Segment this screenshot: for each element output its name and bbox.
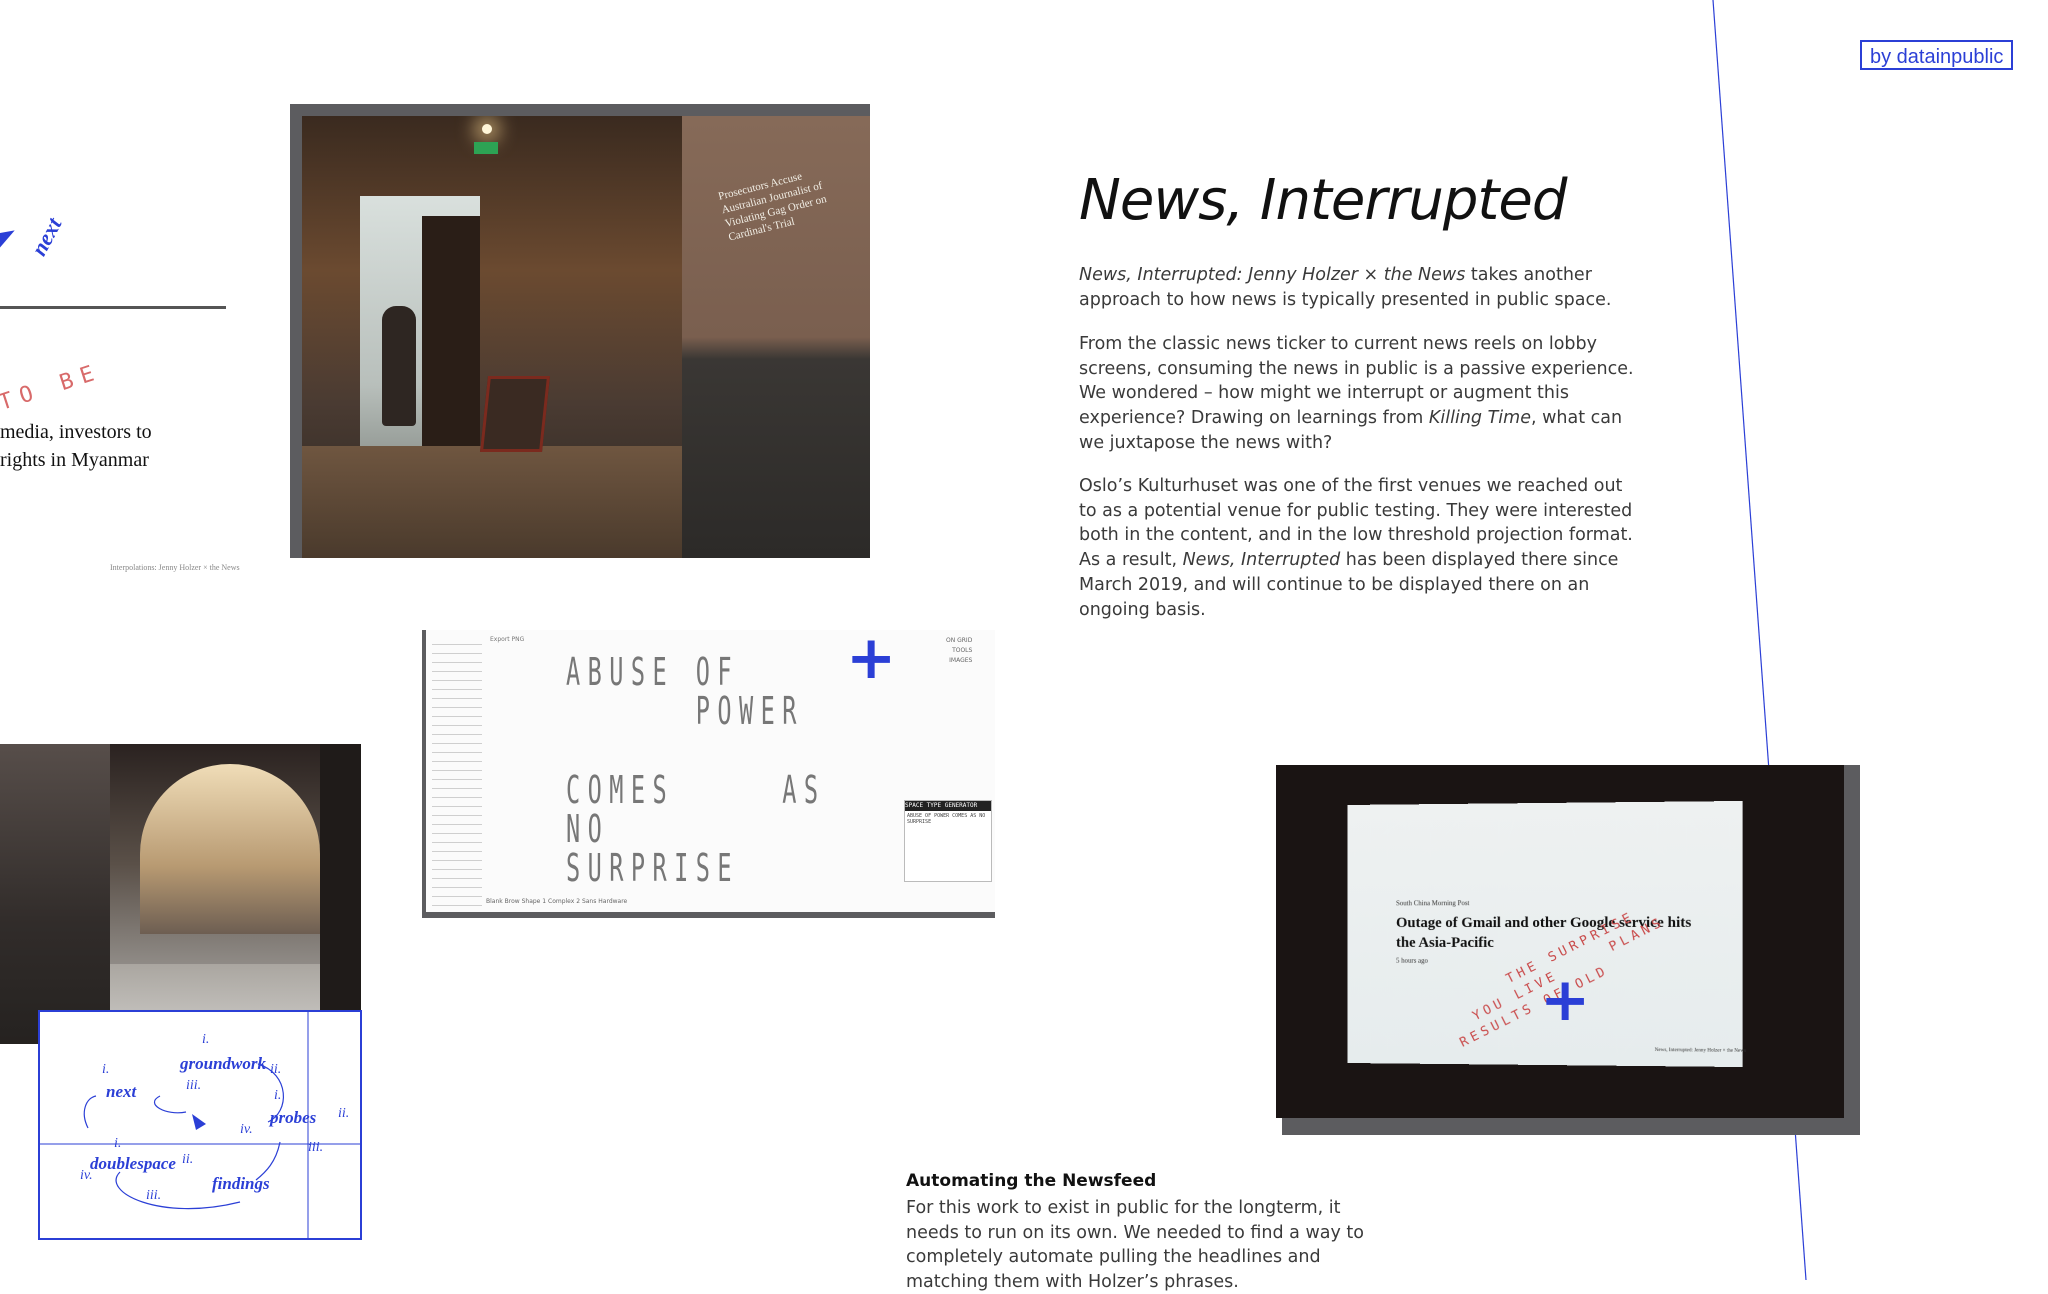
news-source: South China Morning Post	[1396, 899, 1470, 908]
open-door	[422, 216, 480, 466]
paragraph-3: Oslo’s Kulturhuset was one of the first …	[1079, 474, 1639, 622]
kulturhuset-entrance-photo: Prosecutors Accuse Australian Journalist…	[290, 104, 870, 558]
type-line-1: ABUSE OF	[566, 650, 739, 694]
left-headline: media, investors to rights in Myanmar	[0, 418, 240, 474]
archway	[140, 764, 320, 934]
photo-image: Prosecutors Accuse Australian Journalist…	[302, 116, 870, 558]
projection-screen-photo: South China Morning Post Outage of Gmail…	[1276, 765, 1860, 1135]
p3-italic: News, Interrupted	[1182, 550, 1341, 571]
section-paragraph: For this work to exist in public for the…	[906, 1198, 1364, 1292]
plus-icon[interactable]: +	[1540, 970, 1590, 1030]
news-time: 5 hours ago	[1396, 956, 1428, 965]
ceiling-light	[482, 124, 492, 134]
diagram-probes: probes	[270, 1108, 317, 1127]
diagram-num: ii.	[270, 1062, 282, 1077]
left-caption: Interpolations: Jenny Holzer × the News	[110, 563, 240, 572]
export-label: Export PNG	[490, 636, 525, 643]
red-overlay-text: TO BE	[0, 359, 105, 416]
diagram-doublespace: doublespace	[90, 1154, 176, 1173]
diagram-num: ii.	[182, 1152, 194, 1167]
sandwich-board	[480, 376, 550, 452]
screen-credit: News, Interrupted: Jenny Holzer × the Ne…	[1654, 1047, 1747, 1054]
projection-wall	[0, 744, 110, 1044]
person	[382, 306, 416, 426]
type-line-2: POWER	[566, 689, 804, 733]
generator-panel-title: SPACE TYPE GENERATOR	[905, 801, 991, 811]
diagram-num: i.	[114, 1136, 122, 1151]
diagram-num: iii.	[186, 1078, 202, 1093]
slider-panel	[432, 636, 482, 906]
left-headline-line2: rights in Myanmar	[0, 449, 149, 471]
plus-icon[interactable]: +	[846, 628, 896, 688]
type-line-5: SURPRISE	[566, 846, 739, 890]
next-arrow-icon[interactable]	[0, 230, 21, 270]
exit-sign-icon	[474, 142, 498, 154]
type-line-3: COMES AS	[566, 768, 826, 812]
diagram-num: i.	[202, 1032, 210, 1047]
diagram-num: ii.	[338, 1106, 350, 1121]
screenshot-canvas: Export PNG ABUSE OF POWER COMES AS NO SU…	[422, 630, 995, 912]
photo-image: South China Morning Post Outage of Gmail…	[1276, 765, 1844, 1118]
diagram-num: iii.	[308, 1140, 324, 1155]
intro-paragraph: News, Interrupted: Jenny Holzer × the Ne…	[1079, 263, 1639, 312]
diagram-findings: findings	[212, 1174, 270, 1193]
author-badge[interactable]: by datainpublic	[1860, 40, 2014, 70]
section-heading: Automating the Newsfeed	[906, 1171, 1157, 1191]
diagram-groundwork: groundwork	[180, 1054, 266, 1073]
diagram-num: i.	[102, 1062, 110, 1077]
divider	[0, 306, 226, 309]
tool-button-row: Blank Brow Shape 1 Complex 2 Sans Hardwa…	[486, 898, 628, 905]
door	[320, 744, 361, 1044]
page-title: News, Interrupted	[1079, 168, 1567, 233]
p2-italic: Killing Time	[1428, 408, 1531, 429]
space-type-generator-screenshot: Export PNG ABUSE OF POWER COMES AS NO SU…	[422, 630, 995, 918]
diagram-num: iv.	[80, 1168, 93, 1183]
type-line-4: NO	[566, 807, 610, 851]
diagram-next: next	[106, 1082, 137, 1101]
intro-italic: News, Interrupted: Jenny Holzer × the Ne…	[1079, 265, 1466, 285]
photo-image	[0, 744, 361, 1044]
diagram-num: i.	[274, 1088, 282, 1103]
tool-links: ON GRID TOOLS IMAGES	[946, 637, 973, 664]
next-link[interactable]: next	[26, 213, 67, 260]
diagram-num: iv.	[240, 1122, 253, 1137]
diagram-num: iii.	[146, 1188, 162, 1203]
generator-panel-text: ABUSE OF POWER COMES AS NO SURPRISE	[907, 813, 986, 825]
generator-panel: SPACE TYPE GENERATOR ABUSE OF POWER COME…	[904, 800, 992, 882]
paragraph-2: From the classic news ticker to current …	[1079, 332, 1639, 456]
left-headline-line1: media, investors to	[0, 421, 152, 443]
kulturhuset-courtyard-photo	[0, 744, 361, 1044]
process-diagram: groundwork next probes doublespace findi…	[38, 1010, 362, 1240]
